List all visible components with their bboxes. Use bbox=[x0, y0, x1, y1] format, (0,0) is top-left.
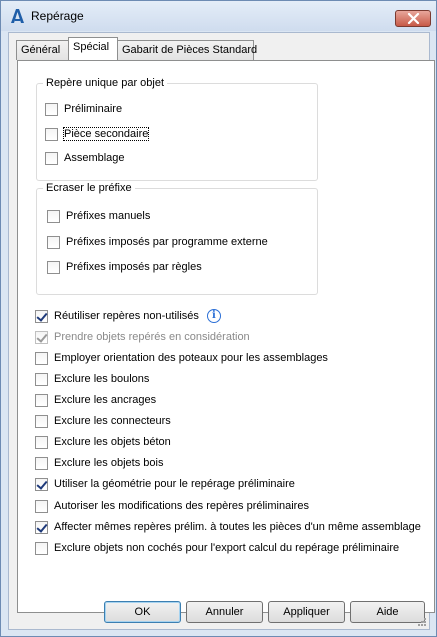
tab-label: Général bbox=[21, 44, 61, 56]
cancel-button[interactable]: Annuler bbox=[186, 601, 263, 623]
checkbox-piece-secondaire[interactable]: Pièce secondaire bbox=[45, 126, 150, 142]
apply-button[interactable]: Appliquer bbox=[268, 601, 345, 623]
group-unique-repere: Repère unique par objet Préliminaire Piè… bbox=[36, 77, 318, 181]
checkbox-label: Utiliser la géométrie pour le repérage p… bbox=[54, 478, 295, 490]
checkbox-orientation-poteaux[interactable]: Employer orientation des poteaux pour le… bbox=[35, 350, 328, 366]
checkbox-utiliser-geometrie[interactable]: Utiliser la géométrie pour le repérage p… bbox=[35, 476, 295, 492]
tab-special[interactable]: Spécial bbox=[68, 37, 118, 60]
ok-button[interactable]: OK bbox=[104, 601, 181, 623]
close-button[interactable] bbox=[395, 10, 431, 27]
checkbox-label: Exclure objets non cochés pour l'export … bbox=[54, 542, 400, 554]
checkbox-label: Exclure les ancrages bbox=[54, 394, 157, 406]
checkbox-box[interactable] bbox=[45, 151, 58, 165]
checkbox-exclure-ancrages[interactable]: Exclure les ancrages bbox=[35, 392, 156, 408]
checkbox-exclure-boulons[interactable]: Exclure les boulons bbox=[35, 371, 149, 387]
checkbox-exclure-connecteurs[interactable]: Exclure les connecteurs bbox=[35, 413, 171, 429]
tab-label: Spécial bbox=[73, 41, 110, 53]
checkbox-box[interactable] bbox=[35, 372, 48, 386]
autodesk-a-icon bbox=[9, 8, 25, 24]
checkbox-label: Exclure les objets bois bbox=[54, 457, 164, 469]
group-ecraser-prefixe: Ecraser le préfixe Préfixes manuels Préf… bbox=[36, 182, 318, 295]
checkbox-reutiliser-reperes[interactable]: Réutiliser repères non-utilisés i bbox=[35, 308, 221, 324]
checkbox-prefixes-regles[interactable]: Préfixes imposés par règles bbox=[47, 259, 202, 275]
checkbox-label: Exclure les connecteurs bbox=[54, 415, 171, 427]
checkbox-label: Employer orientation des poteaux pour le… bbox=[54, 352, 328, 364]
checkbox-box[interactable] bbox=[35, 520, 48, 534]
dialog-window: Repérage Général Spécial Gabarit de Pièc… bbox=[0, 0, 437, 637]
checkbox-box[interactable] bbox=[47, 209, 60, 223]
tab-gabarit[interactable]: Gabarit de Pièces Standard bbox=[117, 40, 258, 60]
window-title: Repérage bbox=[31, 9, 84, 23]
checkbox-box[interactable] bbox=[35, 499, 48, 513]
title-bar[interactable]: Repérage bbox=[1, 1, 436, 31]
checkbox-box[interactable] bbox=[35, 477, 48, 491]
checkbox-preliminaire[interactable]: Préliminaire bbox=[45, 101, 122, 117]
checkbox-box[interactable] bbox=[45, 127, 58, 141]
checkbox-label: Préliminaire bbox=[64, 103, 123, 115]
checkbox-affecter-memes-reperes[interactable]: Affecter mêmes repères prélim. à toutes … bbox=[35, 519, 421, 535]
tab-panel-special: Repère unique par objet Préliminaire Piè… bbox=[17, 60, 435, 613]
checkbox-box[interactable] bbox=[35, 541, 48, 555]
checkbox-label: Pièce secondaire bbox=[62, 127, 150, 141]
checkbox-label: Préfixes imposés par programme externe bbox=[66, 236, 268, 248]
group-title: Repère unique par objet bbox=[43, 77, 168, 89]
checkbox-box[interactable] bbox=[35, 351, 48, 365]
checkbox-prefixes-programme-externe[interactable]: Préfixes imposés par programme externe bbox=[47, 234, 268, 250]
tab-general[interactable]: Général bbox=[16, 40, 69, 60]
resize-grip-icon[interactable] bbox=[415, 615, 427, 627]
checkbox-label: Réutiliser repères non-utilisés bbox=[54, 310, 199, 322]
checkbox-assemblage[interactable]: Assemblage bbox=[45, 150, 125, 166]
checkbox-box bbox=[35, 330, 48, 344]
checkbox-box[interactable] bbox=[47, 260, 60, 274]
checkbox-label: Préfixes imposés par règles bbox=[66, 261, 202, 273]
group-title: Ecraser le préfixe bbox=[43, 182, 135, 194]
checkbox-prefixes-manuels[interactable]: Préfixes manuels bbox=[47, 208, 150, 224]
checkbox-label: Autoriser les modifications des repères … bbox=[54, 500, 309, 512]
checkbox-label: Assemblage bbox=[64, 152, 125, 164]
checkbox-exclure-objets-non-coches[interactable]: Exclure objets non cochés pour l'export … bbox=[35, 540, 399, 556]
checkbox-exclure-objets-beton[interactable]: Exclure les objets béton bbox=[35, 434, 171, 450]
checkbox-prendre-objets-reperes: Prendre objets repérés en considération bbox=[35, 329, 250, 345]
help-button[interactable]: Aide bbox=[350, 601, 425, 623]
checkbox-label: Prendre objets repérés en considération bbox=[54, 331, 250, 343]
checkbox-box[interactable] bbox=[35, 414, 48, 428]
info-icon[interactable]: i bbox=[206, 309, 221, 323]
close-icon bbox=[407, 13, 420, 24]
dialog-client-area: Général Spécial Gabarit de Pièces Standa… bbox=[8, 32, 435, 630]
checkbox-box[interactable] bbox=[35, 309, 48, 323]
checkbox-box[interactable] bbox=[47, 235, 60, 249]
checkbox-exclure-objets-bois[interactable]: Exclure les objets bois bbox=[35, 455, 163, 471]
tab-label: Gabarit de Pièces Standard bbox=[122, 44, 258, 56]
checkbox-label: Affecter mêmes repères prélim. à toutes … bbox=[54, 521, 421, 533]
checkbox-box[interactable] bbox=[45, 102, 58, 116]
checkbox-label: Préfixes manuels bbox=[66, 210, 151, 222]
checkbox-box[interactable] bbox=[35, 435, 48, 449]
checkbox-box[interactable] bbox=[35, 393, 48, 407]
checkbox-label: Exclure les objets béton bbox=[54, 436, 171, 448]
checkbox-box[interactable] bbox=[35, 456, 48, 470]
checkbox-autoriser-modifications[interactable]: Autoriser les modifications des repères … bbox=[35, 498, 309, 514]
checkbox-label: Exclure les boulons bbox=[54, 373, 150, 385]
